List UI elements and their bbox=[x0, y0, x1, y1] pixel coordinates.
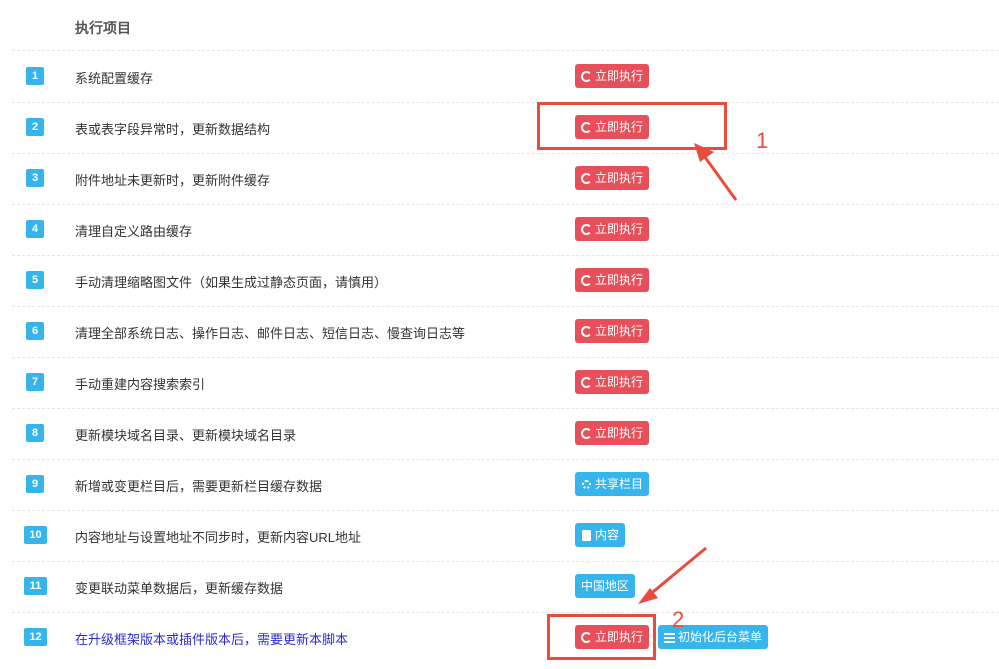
annotation-arrow-1 bbox=[700, 152, 738, 201]
annotation-arrow-2 bbox=[647, 546, 707, 598]
annotation-arrows bbox=[638, 143, 738, 604]
annotation-arrowhead-1 bbox=[694, 143, 714, 162]
